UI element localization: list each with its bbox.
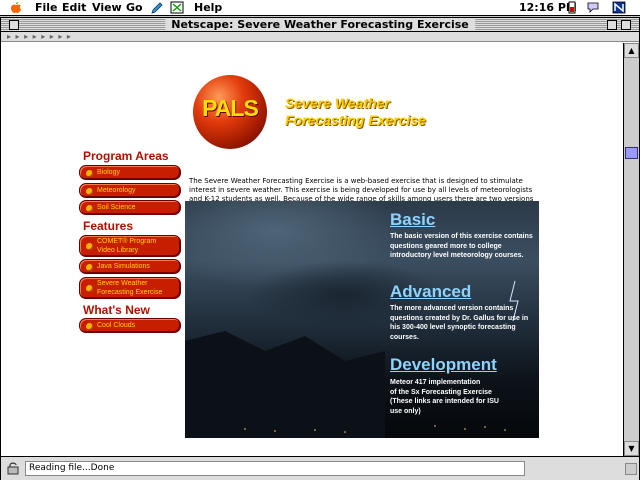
heading-features: Features (83, 219, 134, 233)
nav-severe-weather-button[interactable]: Severe Weather Forecasting Exercise (79, 277, 181, 299)
menu-file[interactable]: File (35, 1, 58, 15)
storm-image-panel: Basic The basic version of this exercise… (185, 201, 539, 438)
nav-comet-label-line2: Video Library (97, 247, 139, 254)
basic-description: The basic version of this exercise conta… (390, 233, 533, 259)
bullet-icon (86, 322, 93, 330)
menu-view[interactable]: View (92, 1, 122, 15)
heading-whats-new: What's New (83, 303, 150, 317)
collapse-box[interactable] (621, 20, 631, 30)
nav-biology-label: Biology (97, 169, 120, 176)
bullet-icon (86, 169, 93, 177)
nav-soil-science-label: Soil Science (97, 204, 136, 211)
nav-cool-clouds-button[interactable]: Cool Clouds (79, 318, 181, 333)
nav-java-simulations-button[interactable]: Java Simulations (79, 259, 181, 274)
apple-menu-icon[interactable] (10, 1, 22, 14)
development-desc-line: of the Sx Forecasting Exercise (390, 388, 492, 396)
bullet-icon (86, 263, 93, 271)
development-description: Meteor 417 implementation of the Sx Fore… (390, 378, 535, 416)
menu-go[interactable]: Go (126, 1, 143, 15)
scroll-up-arrow-icon[interactable]: ▲ (624, 43, 639, 58)
page-title: Severe Weather Forecasting Exercise (285, 95, 426, 129)
menu-edit[interactable]: Edit (62, 1, 86, 15)
nav-java-label: Java Simulations (97, 263, 150, 270)
nav-meteorology-label: Meteorology (97, 187, 136, 194)
menu-bar: File Edit View Go Help 12:16 PM (0, 0, 640, 16)
netscape-app-icon[interactable] (612, 1, 626, 14)
browser-window: Netscape: Severe Weather Forecasting Exe… (0, 17, 640, 480)
development-link[interactable]: Development (390, 355, 497, 375)
heading-program-areas: Program Areas (83, 149, 169, 163)
development-desc-line: (These links are intended for ISU (390, 398, 499, 405)
zoom-box[interactable] (607, 20, 617, 30)
status-text: Reading file...Done (25, 461, 525, 476)
nav-comet-label: COMET® Program Video Library (97, 237, 156, 255)
nav-comet-label-line1: COMET® Program (97, 238, 157, 245)
vertical-scrollbar[interactable]: ▲ ▼ (623, 43, 639, 456)
bullet-icon (86, 243, 93, 250)
nav-cool-clouds-label: Cool Clouds (97, 322, 136, 329)
menu-help[interactable]: Help (194, 1, 222, 15)
bullet-icon (86, 187, 93, 195)
nav-comet-video-library-button[interactable]: COMET® Program Video Library (79, 235, 181, 257)
security-lock-icon[interactable] (7, 461, 19, 475)
nav-severe-weather-label-line2: Forecasting Exercise (97, 289, 163, 296)
scroll-down-arrow-icon[interactable]: ▼ (624, 441, 639, 456)
development-desc-line: use only) (390, 407, 421, 415)
development-desc-line: Meteor 417 implementation (390, 379, 481, 386)
app-switch-icon[interactable] (170, 1, 184, 14)
nav-meteorology-button[interactable]: Meteorology (79, 183, 181, 198)
basic-link[interactable]: Basic (390, 210, 435, 230)
nav-biology-button[interactable]: Biology (79, 165, 181, 180)
help-balloon-icon[interactable] (586, 1, 600, 14)
nav-severe-weather-label-line1: Severe Weather (97, 280, 148, 287)
scroll-thumb[interactable] (625, 147, 638, 159)
bullet-icon (86, 204, 93, 212)
collapsed-toolbar-strip[interactable]: ▸ ▸ ▸ ▸ ▸ ▸ ▸ ▸ (1, 32, 639, 42)
page-title-line2: Forecasting Exercise (285, 112, 426, 128)
battery-icon (568, 1, 576, 14)
resize-grow-box[interactable] (625, 463, 637, 475)
advanced-link[interactable]: Advanced (390, 282, 471, 302)
advanced-description: The more advanced version contains quest… (390, 305, 529, 341)
nav-severe-weather-label: Severe Weather Forecasting Exercise (97, 279, 162, 297)
status-bar: Reading file...Done (1, 456, 639, 480)
window-titlebar[interactable]: Netscape: Severe Weather Forecasting Exe… (1, 18, 639, 32)
close-box[interactable] (9, 20, 19, 30)
bullet-icon (86, 285, 93, 292)
page-content: PALS Severe Weather Forecasting Exercise… (1, 43, 623, 456)
nav-soil-science-button[interactable]: Soil Science (79, 200, 181, 215)
page-title-line1: Severe Weather (285, 95, 390, 111)
pals-logo[interactable]: PALS (193, 75, 267, 149)
window-title: Netscape: Severe Weather Forecasting Exe… (165, 18, 475, 31)
pencil-tool-icon[interactable] (150, 1, 164, 14)
pals-logo-text: PALS (202, 95, 259, 121)
